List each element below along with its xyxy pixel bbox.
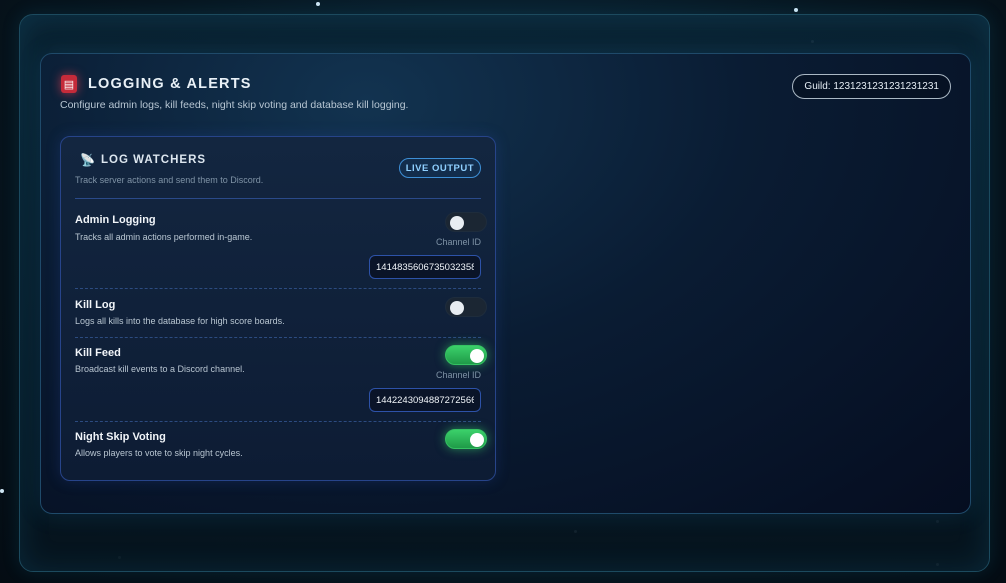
setting-description: Logs all kills into the database for hig… (75, 316, 285, 326)
admin-logging-toggle[interactable] (445, 212, 487, 232)
setting-title: Night Skip Voting (75, 431, 166, 443)
background-star (0, 489, 4, 493)
setting-night-skip-voting: Night Skip Voting Allows players to vote… (75, 429, 487, 463)
logging-alerts-panel: ▤ LOGGING & ALERTS Configure admin logs,… (40, 53, 971, 514)
kill-log-toggle[interactable] (445, 297, 487, 317)
setting-title: Kill Log (75, 299, 116, 311)
card-title: LOG WATCHERS (101, 154, 207, 166)
admin-logging-channel-input[interactable] (369, 255, 481, 279)
toggle-knob (470, 433, 484, 447)
toggle-knob (470, 349, 484, 363)
channel-id-label: Channel ID (435, 237, 481, 247)
row-divider (75, 337, 481, 338)
setting-kill-feed: Kill Feed Broadcast kill events to a Dis… (75, 345, 487, 415)
setting-title: Kill Feed (75, 347, 121, 359)
toggle-knob (450, 301, 464, 315)
guild-badge[interactable]: Guild: 1231231231231231231 (792, 74, 951, 99)
row-divider (75, 288, 481, 289)
satellite-dish-icon: 📡 (80, 153, 95, 167)
setting-admin-logging: Admin Logging Tracks all admin actions p… (75, 212, 487, 282)
setting-kill-log: Kill Log Logs all kills into the databas… (75, 297, 487, 331)
page-subtitle: Configure admin logs, kill feeds, night … (60, 99, 409, 111)
channel-id-label: Channel ID (435, 370, 481, 380)
page-title: LOGGING & ALERTS (88, 76, 252, 92)
night-skip-voting-toggle[interactable] (445, 429, 487, 449)
setting-title: Admin Logging (75, 214, 156, 226)
background-star (794, 8, 798, 12)
kill-feed-channel-input[interactable] (369, 388, 481, 412)
document-icon: ▤ (61, 75, 77, 93)
setting-description: Allows players to vote to skip night cyc… (75, 448, 243, 458)
row-divider (75, 421, 481, 422)
setting-description: Tracks all admin actions performed in-ga… (75, 232, 253, 242)
card-subtitle: Track server actions and send them to Di… (75, 175, 264, 185)
toggle-knob (450, 216, 464, 230)
setting-description: Broadcast kill events to a Discord chann… (75, 364, 245, 374)
log-watchers-card: 📡 LOG WATCHERS Track server actions and … (60, 136, 496, 481)
card-divider (75, 198, 481, 199)
kill-feed-toggle[interactable] (445, 345, 487, 365)
live-output-badge: LIVE OUTPUT (398, 158, 481, 178)
background-star (316, 2, 320, 6)
